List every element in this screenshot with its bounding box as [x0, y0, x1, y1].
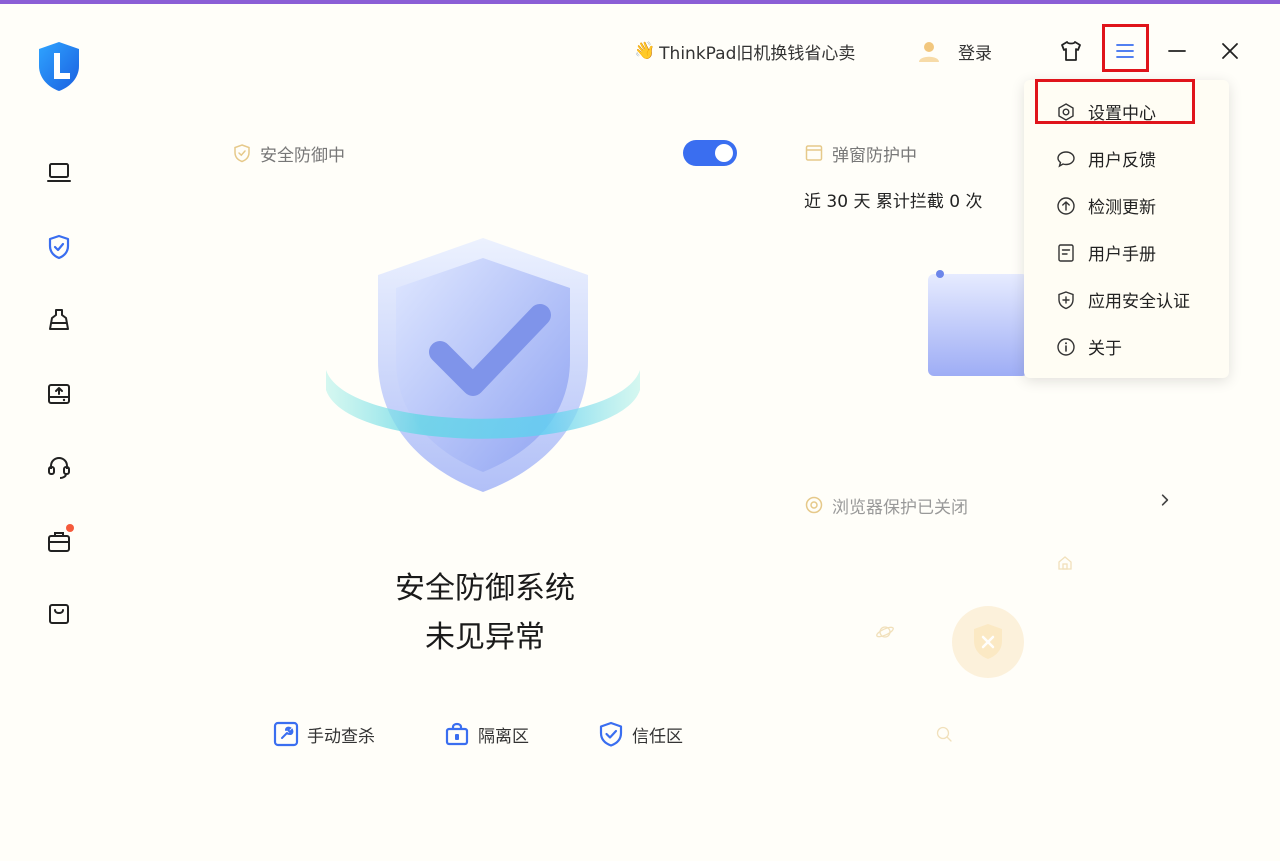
broom-icon: [49, 309, 69, 330]
login-button[interactable]: 登录: [916, 38, 992, 64]
blocked-shield-badge-icon: [952, 606, 1024, 678]
sidebar-item-device[interactable]: [36, 150, 82, 196]
sidebar-item-support[interactable]: [36, 444, 82, 490]
sidebar-item-store[interactable]: [36, 591, 82, 637]
login-label: 登录: [958, 43, 992, 64]
close-button[interactable]: [1213, 34, 1247, 68]
menu-item-feedback[interactable]: 用户反馈: [1024, 135, 1229, 182]
sidebar-item-toolbox[interactable]: [36, 518, 82, 564]
waving-hand-icon: 👋: [634, 41, 656, 61]
trust-zone-button[interactable]: 信任区: [598, 718, 683, 750]
browser-globe-icon: [805, 496, 823, 514]
chat-bubble-icon: [1057, 150, 1075, 167]
shield-check-icon: [599, 721, 623, 747]
popup-illustration: [928, 266, 1028, 376]
shield-plus-icon: [1058, 290, 1074, 309]
menu-item-user-manual[interactable]: 用户手册: [1024, 229, 1229, 276]
headset-icon: [48, 456, 70, 479]
settings-item-highlight: [1035, 79, 1195, 124]
security-status-label: 安全防御中: [232, 140, 345, 166]
browser-protection-label[interactable]: 浏览器保护已关闭: [804, 492, 968, 518]
status-title-line1: 安全防御系统: [395, 571, 575, 606]
wrench-icon: [273, 721, 299, 747]
app-logo: [36, 40, 82, 92]
sidebar: [36, 150, 82, 665]
shield-check-icon: [48, 234, 70, 259]
sidebar-item-cleanup[interactable]: [36, 297, 82, 343]
drive-upload-icon: [48, 383, 70, 404]
document-icon: [1058, 243, 1074, 262]
security-shield-illustration: [318, 230, 648, 500]
menu-item-check-update[interactable]: 检测更新: [1024, 182, 1229, 229]
planet-icon: [876, 626, 894, 638]
minimize-icon: [1168, 50, 1186, 52]
menu-button-highlight: [1102, 24, 1149, 72]
security-toggle[interactable]: [683, 140, 737, 166]
laptop-icon: [47, 163, 71, 182]
chevron-right-icon[interactable]: [1155, 487, 1175, 513]
info-circle-icon: [1057, 337, 1075, 356]
search-icon: [936, 726, 952, 742]
status-title-line2: 未见异常: [425, 620, 545, 655]
sidebar-item-security[interactable]: [36, 224, 82, 270]
promo-text: ThinkPad旧机换钱省心卖: [659, 43, 856, 64]
quarantine-button[interactable]: 隔离区: [444, 718, 529, 750]
menu-item-app-security-cert[interactable]: 应用安全认证: [1024, 276, 1229, 323]
popup-protection-label: 弹窗防护中: [804, 140, 917, 166]
minimize-button[interactable]: [1160, 34, 1194, 68]
toggle-knob: [715, 144, 733, 162]
lock-box-icon: [445, 722, 469, 746]
arrow-up-circle-icon: [1057, 196, 1075, 215]
main-menu-dropdown: 设置中心 用户反馈 检测更新 用户手册 应用安全认证 关于: [1024, 80, 1229, 378]
skin-button[interactable]: [1054, 34, 1088, 68]
notification-badge: [66, 523, 74, 532]
home-icon: [1058, 556, 1072, 570]
manual-scan-button[interactable]: 手动查杀: [273, 718, 375, 750]
avatar-icon: [919, 42, 939, 62]
shopping-bag-icon: [49, 604, 69, 624]
menu-item-about[interactable]: 关于: [1024, 323, 1229, 370]
tshirt-icon: [1061, 41, 1081, 61]
sidebar-item-drive[interactable]: [36, 371, 82, 417]
window-top-stripe: [0, 0, 1280, 4]
shield-outline-icon: [234, 144, 250, 163]
close-icon: [1222, 43, 1238, 59]
window-icon: [805, 145, 823, 161]
promo-banner[interactable]: 👋 ThinkPad旧机换钱省心卖: [634, 38, 855, 64]
popup-block-stat: 近 30 天 累计拦截 0 次: [804, 191, 983, 212]
